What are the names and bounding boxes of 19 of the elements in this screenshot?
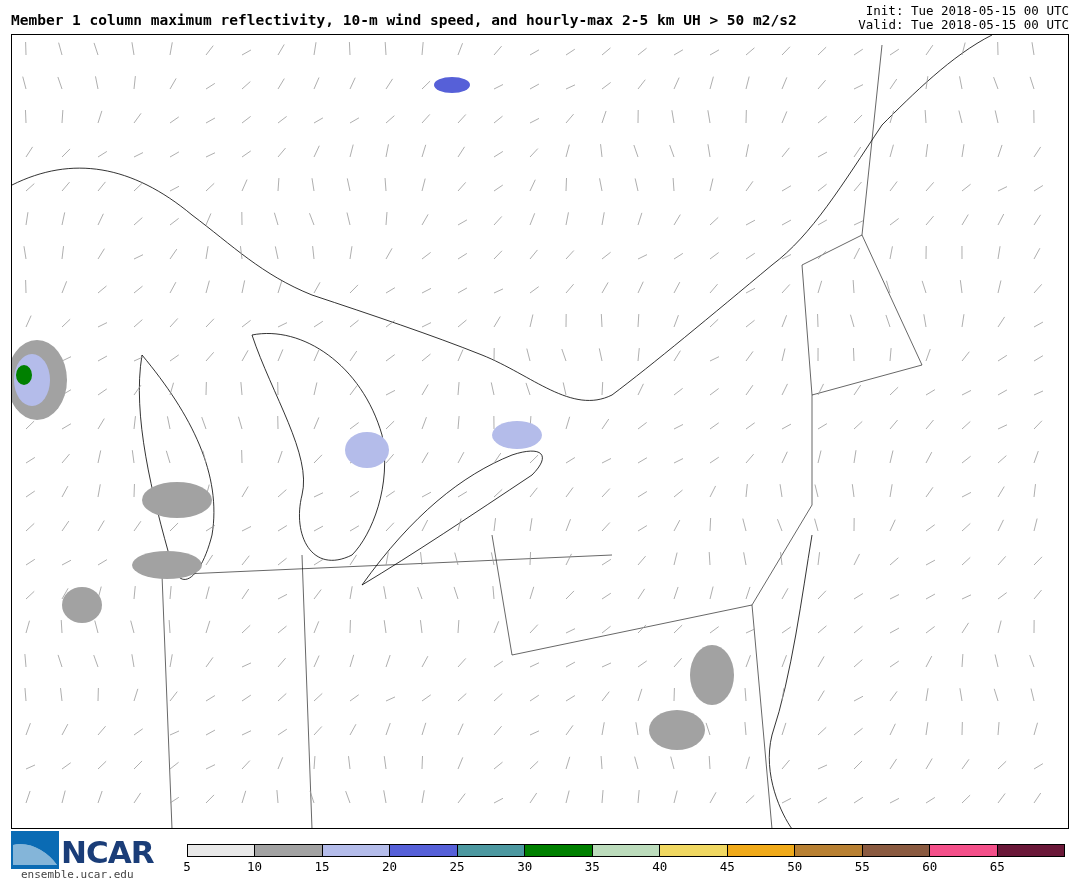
scale-label: 25 <box>449 859 465 874</box>
scale-label: 55 <box>854 859 870 874</box>
init-time: Init: Tue 2018-05-15 00 UTC <box>865 4 1069 18</box>
swoosh-logo-icon <box>11 831 59 869</box>
scale-label: 50 <box>787 859 803 874</box>
scale-label: 35 <box>584 859 600 874</box>
site-url: ensemble.ucar.edu <box>21 869 135 881</box>
scale-label: 45 <box>719 859 735 874</box>
chart-title: Member 1 column maximum reflectivity, 10-m wind speed, and hourly-max 2-5 km UH > 50 m2/s2 <box>11 12 797 28</box>
scale-label: 15 <box>314 859 330 874</box>
scale-label: 40 <box>652 859 668 874</box>
logo-wordmark: NCAR <box>61 835 154 869</box>
scale-label: 5 <box>183 859 191 874</box>
scale-label: 10 <box>247 859 263 874</box>
scale-label: 20 <box>382 859 398 874</box>
valid-time: Valid: Tue 2018-05-15 00 UTC <box>858 18 1069 32</box>
scale-label: 60 <box>922 859 938 874</box>
scale-label: 30 <box>517 859 533 874</box>
scale-label: 65 <box>989 859 1005 874</box>
